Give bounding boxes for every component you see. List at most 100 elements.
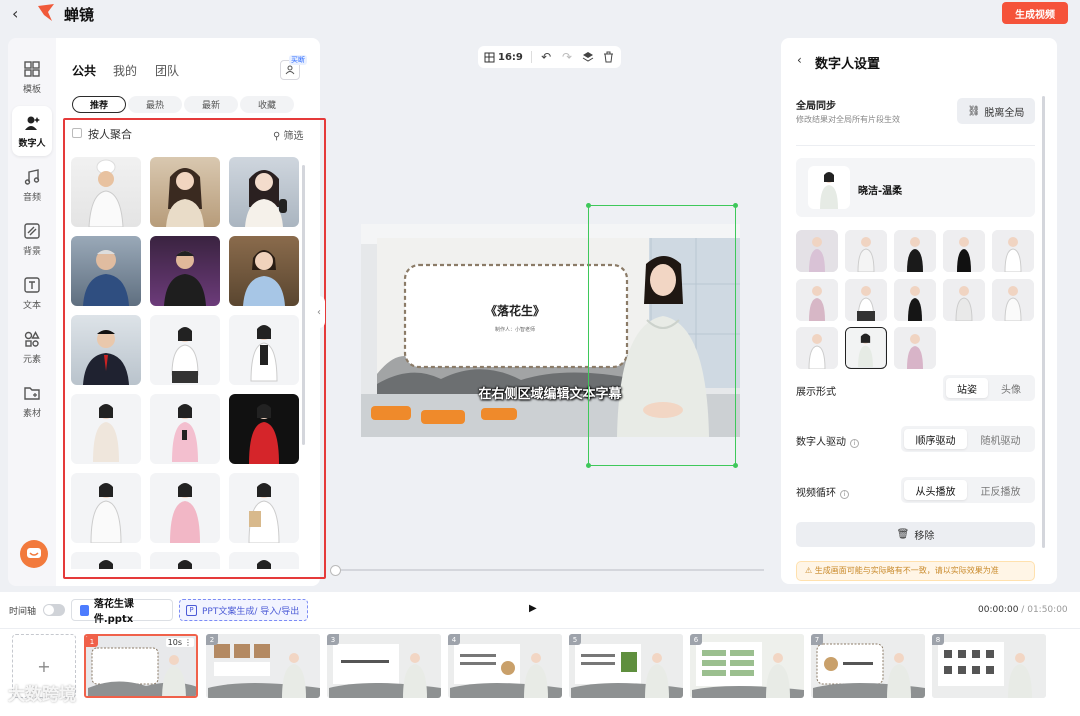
slide-thumbnail[interactable]: 4 [448, 634, 562, 698]
avatar-card[interactable] [150, 394, 220, 464]
aspect-ratio-label: 16:9 [498, 51, 523, 63]
slide-thumbnail[interactable]: 8 [932, 634, 1046, 698]
notice-text: 生成画面可能与实际略有不一致，请以实际效果为准 [814, 566, 999, 575]
rail-item-material[interactable]: 素材 [12, 376, 52, 426]
watermark: 大数跨境 [8, 685, 76, 705]
ppt-script-button[interactable]: P PPT文案生成/ 导入/导出 [179, 599, 308, 621]
info-icon[interactable]: i [840, 490, 849, 499]
avatar-variant[interactable] [796, 279, 838, 321]
layers-icon[interactable] [581, 50, 594, 64]
display-avatar-option[interactable]: 头像 [990, 378, 1032, 398]
rail-item-template[interactable]: 模板 [12, 52, 52, 102]
filter-recommended[interactable]: 推荐 [72, 96, 126, 113]
avatar-card[interactable] [150, 552, 220, 569]
slide-thumbnail[interactable]: 7 [811, 634, 925, 698]
warning-icon: ⚠ [805, 566, 813, 575]
play-icon[interactable]: ▶ [529, 603, 537, 614]
avatar-selection-frame[interactable] [586, 203, 738, 468]
avatar-variant[interactable] [894, 279, 936, 321]
avatar-variant[interactable] [845, 279, 887, 321]
avatar-variant[interactable] [845, 230, 887, 272]
back-icon[interactable]: ‹ [797, 53, 802, 67]
settings-scrollbar[interactable] [1042, 96, 1045, 548]
avatar-variant[interactable] [796, 327, 838, 369]
detach-global-button[interactable]: ⛓ 脱离全局 [957, 98, 1035, 124]
avatar-variant[interactable] [796, 230, 838, 272]
group-by-person-checkbox[interactable] [72, 128, 82, 138]
avatar-card[interactable] [229, 236, 299, 306]
detach-global-label: 脱离全局 [984, 107, 1025, 119]
avatar-variant-selected[interactable] [845, 327, 887, 369]
avatar-grid-scrollbar[interactable] [302, 165, 305, 445]
avatar-variant[interactable] [943, 230, 985, 272]
tab-public[interactable]: 公共 [72, 62, 96, 79]
collapse-panel-button[interactable]: ‹ [313, 296, 325, 328]
avatar-variant[interactable] [992, 230, 1034, 272]
back-icon[interactable]: ‹ [12, 4, 18, 23]
info-icon[interactable]: i [850, 439, 859, 448]
slide-number: 6 [690, 634, 702, 645]
rail-item-digital-human[interactable]: 数字人 [12, 106, 52, 156]
avatar-card[interactable] [150, 473, 220, 543]
avatar-card[interactable] [71, 473, 141, 543]
filter-hottest[interactable]: 最热 [128, 96, 182, 113]
avatar-variant[interactable] [992, 279, 1034, 321]
loop-pingpong-option[interactable]: 正反播放 [969, 480, 1032, 500]
current-time: 00:00:00 [978, 605, 1019, 615]
resize-handle[interactable] [586, 203, 591, 208]
generate-video-button[interactable]: 生成视频 [1002, 2, 1068, 24]
canvas-scroll-knob[interactable] [330, 565, 341, 576]
drive-random-option[interactable]: 随机驱动 [969, 429, 1032, 449]
avatar-card[interactable] [150, 315, 220, 385]
new-badge: 买断 [289, 55, 307, 65]
aspect-ratio-button[interactable]: 16:9 [484, 52, 523, 63]
slide-thumbnail[interactable]: 5 [569, 634, 683, 698]
tab-mine[interactable]: 我的 [113, 62, 137, 79]
avatar-card[interactable] [71, 157, 141, 227]
slide-thumbnail[interactable]: 3 [327, 634, 441, 698]
display-standing-option[interactable]: 站姿 [946, 378, 988, 398]
remove-button[interactable]: 🗑 移除 [796, 522, 1035, 547]
avatar-variant[interactable] [894, 327, 936, 369]
avatar-card[interactable] [229, 552, 299, 569]
avatar-variant[interactable] [943, 279, 985, 321]
avatar-card[interactable] [150, 236, 220, 306]
resize-handle[interactable] [733, 203, 738, 208]
avatar-card[interactable] [71, 394, 141, 464]
avatar-card[interactable] [71, 552, 141, 569]
undo-icon[interactable]: ↶ [540, 50, 553, 64]
chat-button[interactable] [20, 540, 48, 568]
tab-team[interactable]: 团队 [155, 62, 179, 79]
timeline-toggle[interactable] [43, 604, 65, 616]
display-mode-label: 展示形式 [796, 387, 836, 398]
avatar-card[interactable] [229, 315, 299, 385]
redo-icon[interactable]: ↷ [561, 50, 574, 64]
filter-newest[interactable]: 最新 [184, 96, 238, 113]
avatar-card[interactable] [229, 473, 299, 543]
rail-item-audio[interactable]: 音频 [12, 160, 52, 210]
more-icon[interactable]: ⋮ [182, 638, 194, 647]
slide-thumbnail[interactable]: 6 [690, 634, 804, 698]
resize-handle[interactable] [733, 463, 738, 468]
rail-item-background[interactable]: 背景 [12, 214, 52, 264]
ppt-file-chip[interactable]: 落花生课件.pptx [71, 599, 173, 625]
background-icon [24, 222, 40, 239]
filter-favorites[interactable]: 收藏 [240, 96, 294, 113]
avatar-card[interactable] [150, 157, 220, 227]
avatar-card[interactable] [71, 236, 141, 306]
resize-handle[interactable] [586, 463, 591, 468]
loop-from-start-option[interactable]: 从头播放 [904, 480, 967, 500]
divider [796, 145, 1035, 146]
drive-mode-toggle: 顺序驱动 随机驱动 [901, 426, 1035, 452]
avatar-variant[interactable] [894, 230, 936, 272]
delete-icon[interactable] [602, 50, 615, 64]
avatar-card[interactable] [229, 157, 299, 227]
rail-item-elements[interactable]: 元素 [12, 322, 52, 372]
drive-sequential-option[interactable]: 顺序驱动 [904, 429, 967, 449]
rail-item-text[interactable]: 文本 [12, 268, 52, 318]
avatar-card[interactable] [71, 315, 141, 385]
slide-thumbnail[interactable]: 1 10s ⋮ [84, 634, 198, 698]
filter-button[interactable]: ⚲ 筛选 [273, 127, 304, 142]
avatar-card[interactable] [229, 394, 299, 464]
slide-thumbnail[interactable]: 2 [206, 634, 320, 698]
